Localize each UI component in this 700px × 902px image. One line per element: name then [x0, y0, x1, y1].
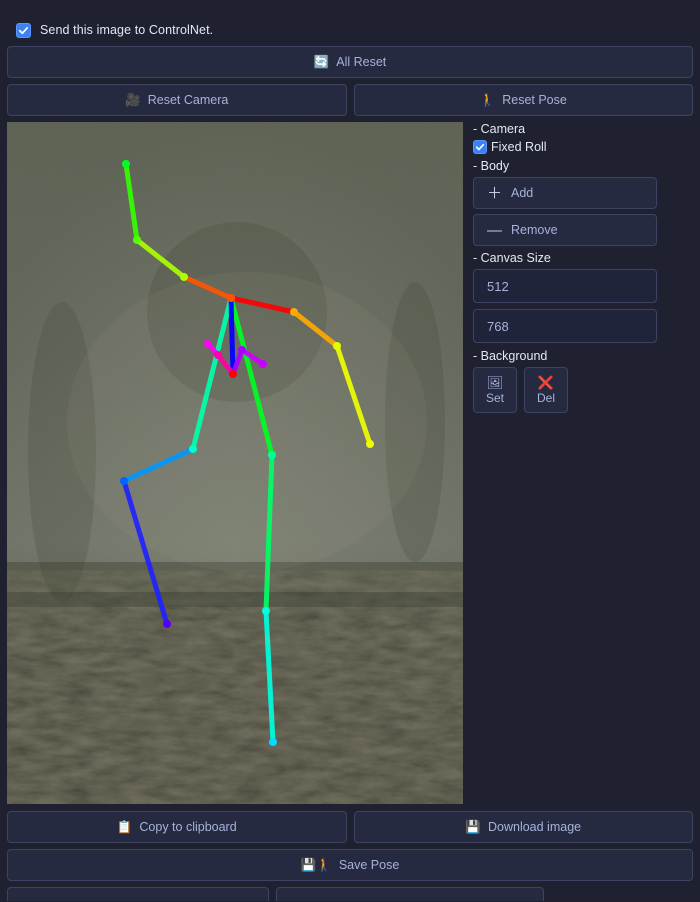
limb-neck-to-right-hip: [228, 295, 275, 458]
pose-skeleton[interactable]: [7, 122, 463, 804]
keypoint-nose[interactable]: [229, 370, 237, 378]
download-image-button[interactable]: 💾 Download image: [353, 811, 693, 843]
canvas-width-input[interactable]: 512: [473, 269, 657, 303]
remove-body-label: Remove: [511, 223, 558, 237]
all-reset-row: 🔄 All Reset: [7, 46, 693, 78]
save-pose-row: 💾🚶 Save Pose: [7, 849, 693, 881]
background-set-button[interactable]: 🖼 Set: [473, 367, 517, 413]
fixed-roll-row[interactable]: Fixed Roll: [473, 140, 693, 154]
reset-pose-label: Reset Pose: [502, 93, 567, 107]
background-buttons: 🖼 Set ❌ Del: [473, 367, 693, 413]
all-reset-button[interactable]: 🔄 All Reset: [7, 46, 693, 78]
picture-icon: 🖼: [486, 374, 504, 390]
export-row: 📋 Copy to clipboard 💾 Download image: [7, 811, 693, 843]
partial-button-right[interactable]: [276, 887, 544, 901]
openpose-editor-app: Send this image to ControlNet. 🔄 All Res…: [0, 0, 700, 902]
keypoint-left-wrist[interactable]: [122, 160, 130, 168]
body-section-label: - Body: [473, 159, 510, 173]
send-to-controlnet-checkbox[interactable]: [16, 22, 31, 38]
camera-section-label: - Camera: [473, 122, 526, 136]
keypoint-left-elbow[interactable]: [133, 236, 141, 244]
keypoint-right-shoulder[interactable]: [290, 308, 298, 316]
control-panel: - Camera Fixed Roll - Body ＋ Add — Remov…: [471, 122, 693, 804]
limb-left-elbow-to-left-wrist: [123, 161, 140, 243]
send-to-controlnet-label: Send this image to ControlNet.: [40, 23, 214, 37]
canvas-height-input[interactable]: 768: [473, 309, 657, 343]
floppy-person-icon: 💾🚶: [300, 857, 332, 872]
limb-right-shoulder-to-right-elbow: [291, 309, 340, 349]
keypoint-right-eye[interactable]: [238, 346, 246, 354]
background-del-label: Del: [536, 390, 555, 405]
copy-to-clipboard-button[interactable]: 📋 Copy to clipboard: [7, 811, 347, 843]
copy-to-clipboard-label: Copy to clipboard: [139, 820, 237, 834]
keypoint-left-knee[interactable]: [120, 477, 128, 485]
clipboard-icon: 📋: [116, 819, 133, 834]
fixed-roll-checkbox[interactable]: [473, 140, 487, 154]
keypoint-right-knee[interactable]: [262, 607, 270, 615]
red-x-icon: ❌: [537, 374, 555, 390]
keypoint-right-wrist[interactable]: [366, 440, 374, 448]
save-pose-label: Save Pose: [338, 858, 400, 872]
limb-left-knee-to-left-ankle: [121, 478, 170, 627]
refresh-icon: 🔄: [313, 54, 330, 69]
download-image-label: Download image: [487, 820, 582, 834]
all-reset-label: All Reset: [336, 55, 387, 69]
pose-canvas[interactable]: [7, 122, 463, 804]
remove-body-button[interactable]: — Remove: [473, 214, 657, 246]
limb-right-elbow-to-right-wrist: [334, 343, 373, 447]
minus-icon: —: [487, 221, 502, 239]
limb-neck-to-nose: [228, 295, 236, 377]
fixed-roll-label: Fixed Roll: [491, 140, 547, 154]
send-to-controlnet-row[interactable]: Send this image to ControlNet.: [0, 0, 700, 46]
background-section-label: - Background: [473, 349, 548, 363]
reset-camera-label: Reset Camera: [147, 93, 229, 107]
add-body-button[interactable]: ＋ Add: [473, 177, 657, 209]
keypoint-right-elbow[interactable]: [333, 342, 341, 350]
save-pose-button[interactable]: 💾🚶 Save Pose: [7, 849, 693, 881]
keypoint-left-eye[interactable]: [214, 351, 222, 359]
plus-icon: ＋: [487, 184, 503, 202]
keypoint-right-ear[interactable]: [259, 360, 267, 368]
limb-neck-to-left-shoulder: [181, 274, 234, 301]
limb-neck-to-right-shoulder: [228, 295, 297, 315]
keypoint-left-hip[interactable]: [189, 445, 197, 453]
camera-icon: 🎥: [125, 92, 141, 107]
keypoint-left-ankle[interactable]: [163, 620, 171, 628]
reset-camera-button[interactable]: 🎥 Reset Camera: [7, 84, 347, 116]
limb-left-hip-to-left-knee: [121, 446, 196, 484]
person-icon: 🚶: [479, 92, 496, 107]
keypoint-right-hip[interactable]: [268, 451, 276, 459]
keypoint-right-ankle[interactable]: [269, 738, 277, 746]
partial-button-left[interactable]: [7, 887, 269, 901]
limb-neck-to-left-hip: [190, 295, 234, 452]
main-area: - Camera Fixed Roll - Body ＋ Add — Remov…: [7, 122, 693, 804]
background-del-button[interactable]: ❌ Del: [524, 367, 568, 413]
reset-pose-button[interactable]: 🚶 Reset Pose: [353, 84, 693, 116]
floppy-icon: 💾: [465, 819, 481, 834]
next-row-partial: [7, 887, 693, 901]
keypoint-left-shoulder[interactable]: [180, 273, 188, 281]
limb-left-shoulder-to-left-elbow: [134, 237, 187, 280]
keypoint-neck[interactable]: [227, 294, 235, 302]
background-set-label: Set: [485, 390, 504, 405]
limb-right-hip-to-right-knee: [263, 452, 275, 614]
canvas-size-section-label: - Canvas Size: [473, 251, 551, 265]
add-body-label: Add: [511, 186, 534, 200]
reset-row: 🎥 Reset Camera 🚶 Reset Pose: [7, 84, 693, 116]
keypoint-left-ear[interactable]: [204, 340, 212, 348]
limb-right-knee-to-right-ankle: [263, 608, 276, 745]
